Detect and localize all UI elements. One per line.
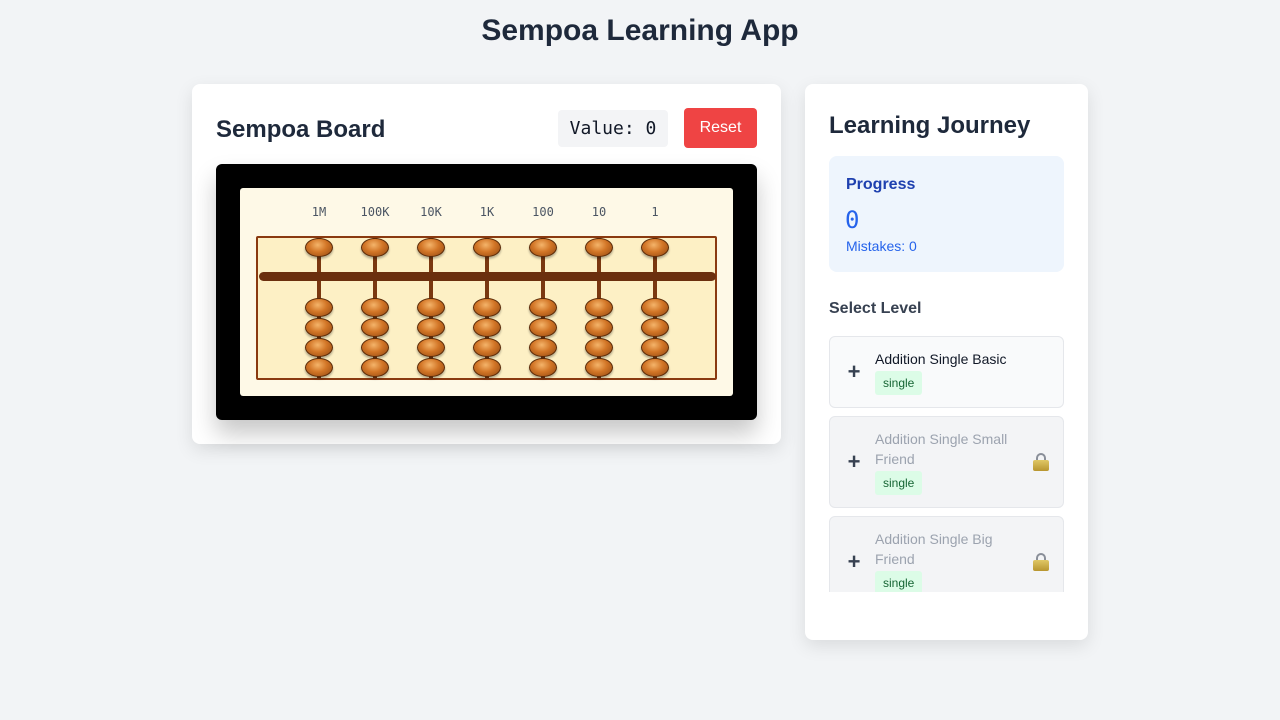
lower-bead[interactable] [417,358,445,377]
app-title: Sempoa Learning App [481,14,799,47]
lower-bead[interactable] [585,318,613,337]
place-label-1m: 1M [311,205,327,219]
progress-label: Progress [846,176,916,193]
board-title: Sempoa Board [216,116,386,143]
lower-bead[interactable] [641,298,669,317]
place-label-1: 1 [651,205,659,219]
abacus-inner: 1M 100K 10K 1K 100 10 1 [240,188,733,396]
lower-bead[interactable] [641,338,669,357]
lower-bead[interactable] [417,298,445,317]
learning-journey-card: Learning Journey Progress 0 Mistakes: 0 … [805,84,1088,640]
level-item-addition-single-small-friend[interactable]: + Addition Single Small Friend single [829,416,1064,508]
plus-icon: + [847,359,861,384]
lower-bead[interactable] [473,338,501,357]
upper-bead[interactable] [417,238,445,257]
plus-icon: + [847,449,861,474]
lower-bead[interactable] [529,358,557,377]
level-item-addition-single-big-friend[interactable]: + Addition Single Big Friend single [829,516,1064,592]
upper-bead[interactable] [641,238,669,257]
lower-bead[interactable] [473,318,501,337]
lower-bead[interactable] [417,318,445,337]
reset-button[interactable]: Reset [684,108,757,148]
upper-bead[interactable] [473,238,501,257]
value-display: Value: 0 [558,110,668,147]
level-name: Addition Single Basic [875,351,1007,367]
lower-bead[interactable] [305,318,333,337]
lower-bead[interactable] [585,298,613,317]
abacus-rack [256,236,717,380]
lower-bead[interactable] [529,298,557,317]
place-label-100: 100 [532,205,554,219]
upper-bead[interactable] [585,238,613,257]
place-label-100k: 100K [360,205,390,219]
lower-bead[interactable] [305,298,333,317]
lower-bead[interactable] [585,358,613,377]
lower-bead[interactable] [361,358,389,377]
abacus-beam [259,272,716,281]
lower-bead[interactable] [417,338,445,357]
place-label-10: 10 [591,205,607,219]
lower-bead[interactable] [361,338,389,357]
plus-icon: + [847,549,861,574]
sempoa-board-card: Sempoa Board Value: 0 Reset 1M 100K 10K 1K 1… [192,84,781,444]
level-list[interactable]: + Addition Single Basic single + Additio… [829,336,1064,592]
level-name: Addition Single Small Friend [875,431,1008,467]
level-item-addition-single-basic[interactable]: + Addition Single Basic single [829,336,1064,408]
progress-panel: Progress 0 Mistakes: 0 [829,156,1064,272]
abacus-frame: 1M 100K 10K 1K 100 10 1 [216,164,757,420]
lower-bead[interactable] [529,318,557,337]
lower-bead[interactable] [361,318,389,337]
upper-bead[interactable] [361,238,389,257]
place-label-10k: 10K [420,205,442,219]
lower-bead[interactable] [305,338,333,357]
lower-bead[interactable] [473,358,501,377]
lower-bead[interactable] [305,358,333,377]
level-name: Addition Single Big Friend [875,531,993,567]
level-tag: single [875,371,923,395]
lower-bead[interactable] [585,338,613,357]
lower-bead[interactable] [641,358,669,377]
place-label-1k: 1K [479,205,495,219]
journey-title: Learning Journey [829,112,1031,139]
level-tag: single [875,571,923,592]
progress-value: 0 [845,206,860,234]
level-tag: single [875,471,923,495]
lower-bead[interactable] [473,298,501,317]
upper-bead[interactable] [529,238,557,257]
lower-bead[interactable] [529,338,557,357]
lock-icon [1033,553,1049,571]
upper-bead[interactable] [305,238,333,257]
lock-icon [1033,453,1049,471]
select-level-heading: Select Level [829,300,922,317]
lower-bead[interactable] [361,298,389,317]
lower-bead[interactable] [641,318,669,337]
mistakes-count: Mistakes: 0 [846,238,917,254]
